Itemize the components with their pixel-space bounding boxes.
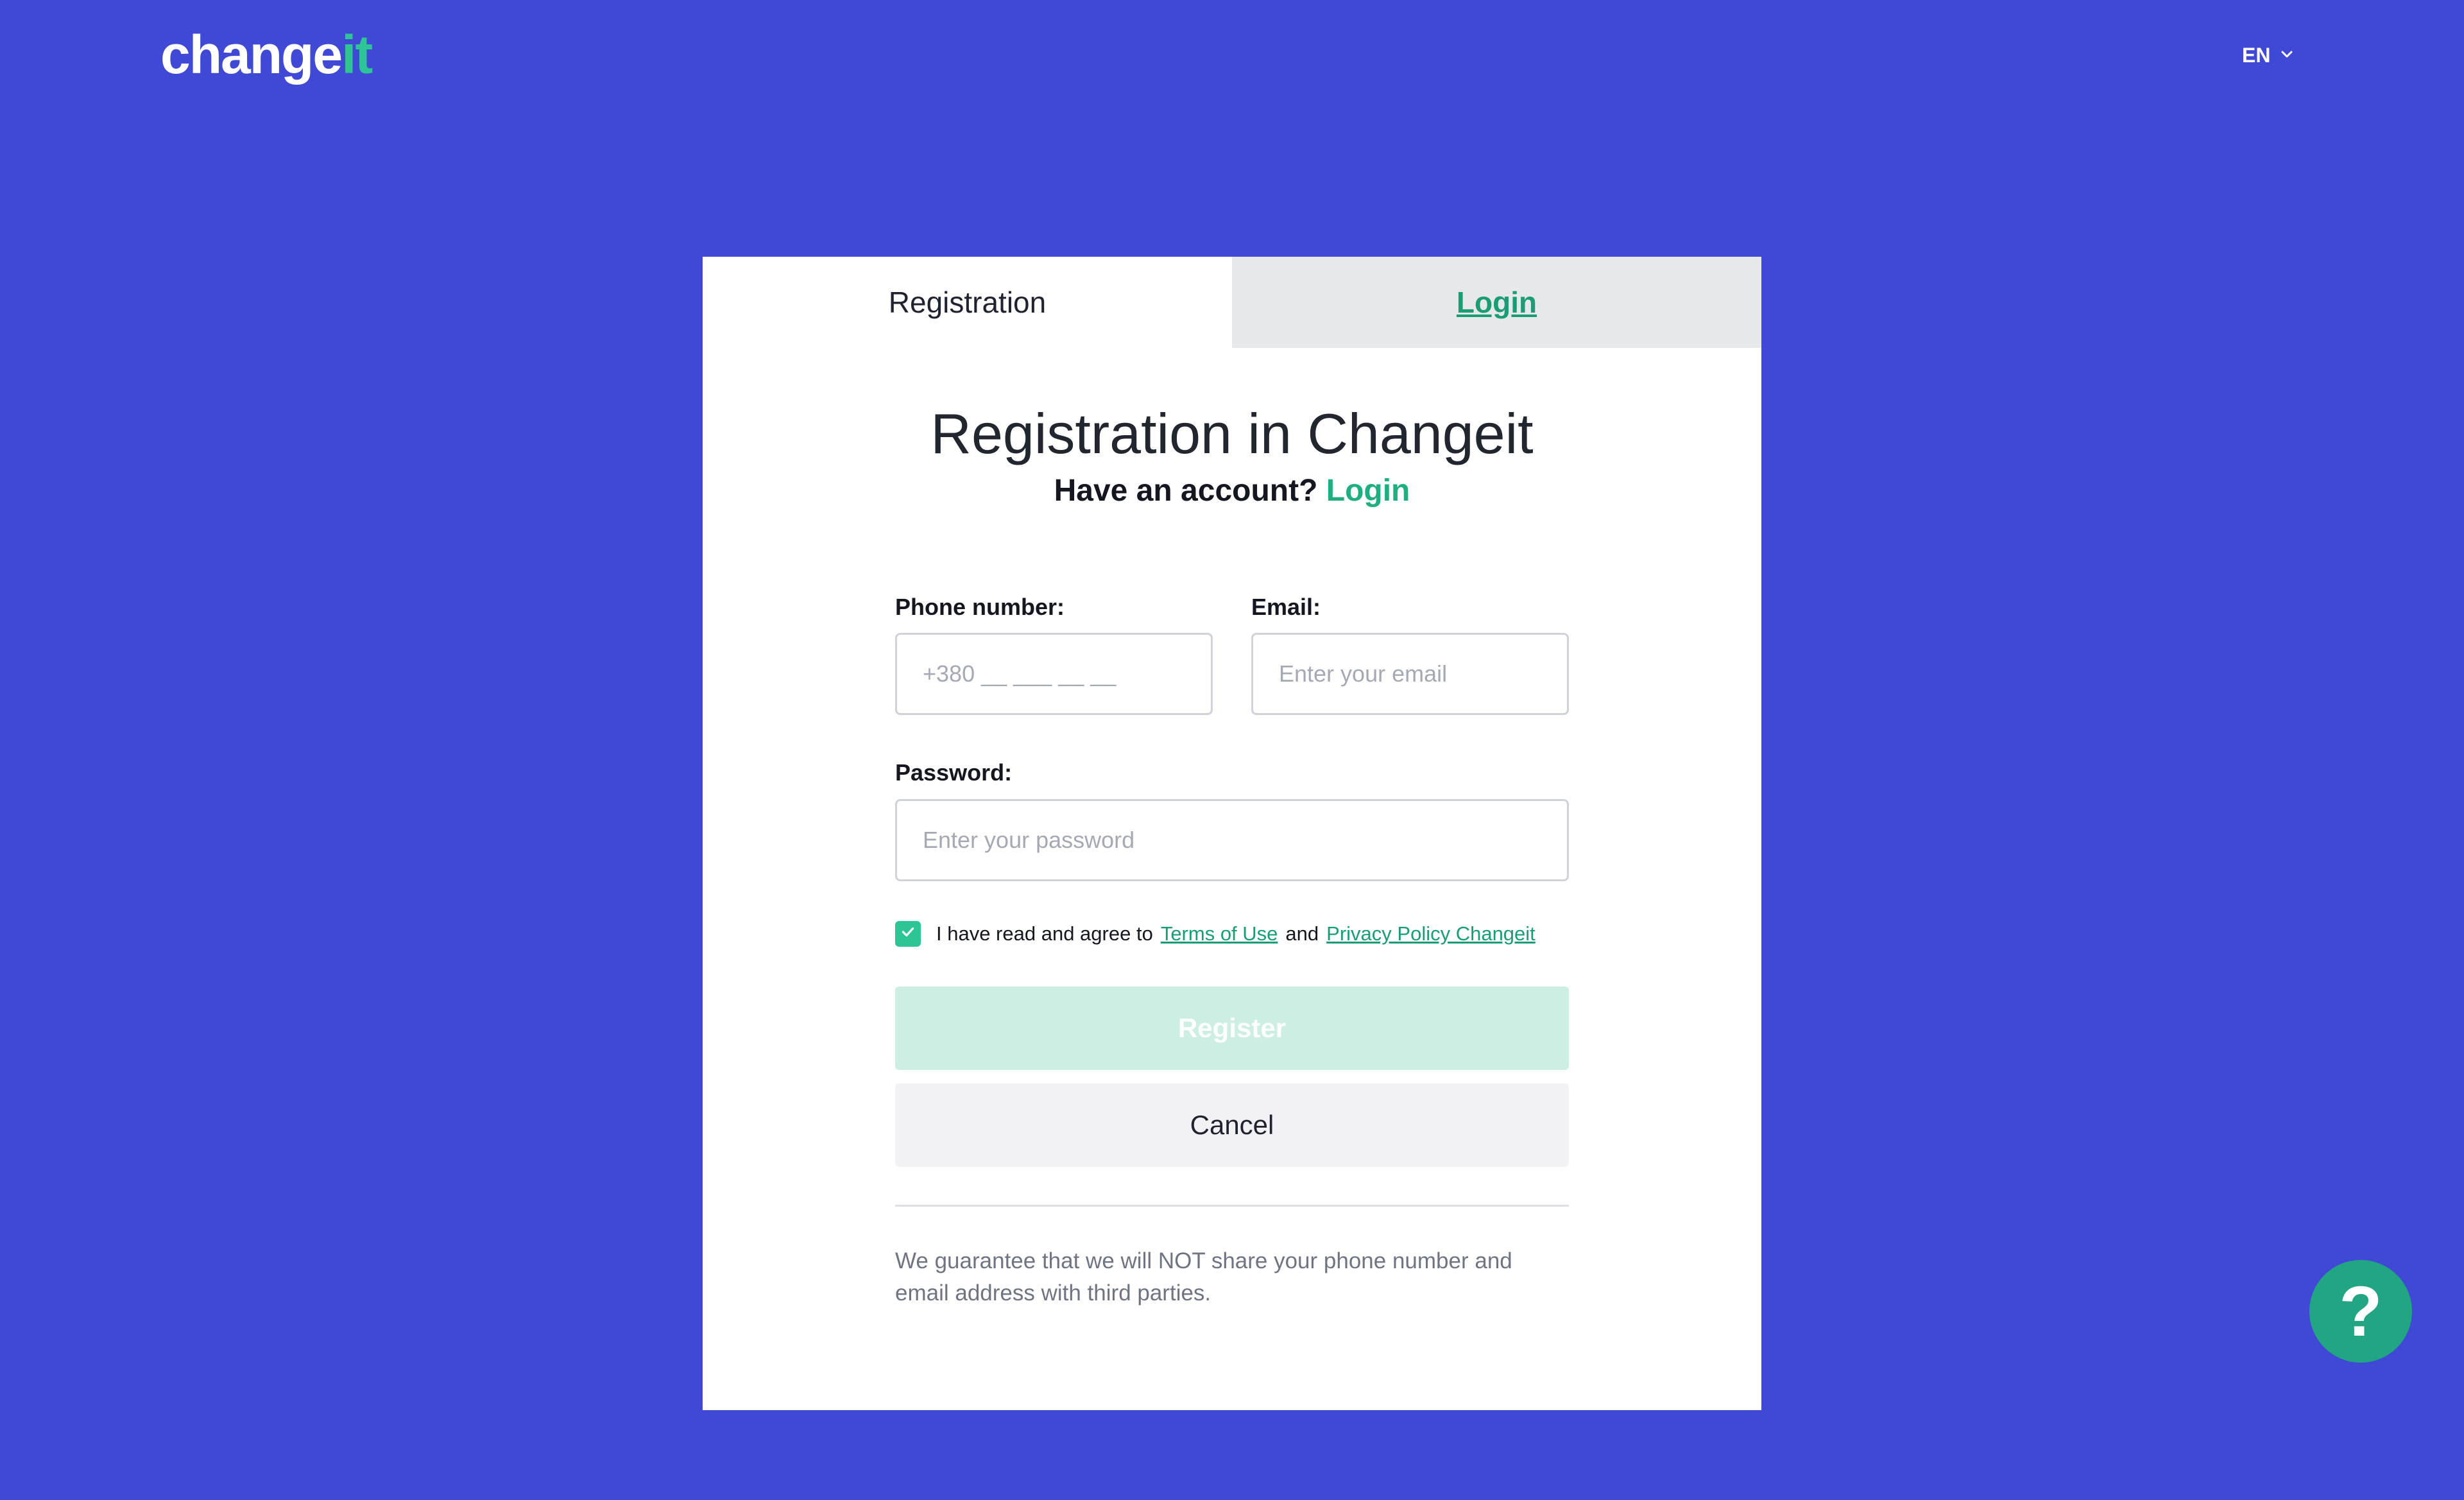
tab-login[interactable]: Login bbox=[1232, 257, 1761, 348]
page: changeit EN Registration Login Registrat… bbox=[0, 0, 2464, 1500]
register-button[interactable]: Register bbox=[895, 987, 1569, 1070]
language-selector[interactable]: EN bbox=[2242, 44, 2295, 67]
cancel-button[interactable]: Cancel bbox=[895, 1083, 1569, 1167]
privacy-note: We guarantee that we will NOT share your… bbox=[895, 1248, 1512, 1306]
changeit-logo[interactable]: changeit bbox=[160, 24, 373, 85]
password-label: Password: bbox=[895, 759, 1013, 786]
agree-and-text: and bbox=[1285, 922, 1319, 945]
chevron-down-icon bbox=[2279, 44, 2295, 67]
auth-tabs: Registration Login bbox=[703, 257, 1761, 348]
email-input[interactable] bbox=[1251, 633, 1569, 715]
login-link[interactable]: Login bbox=[1326, 474, 1410, 508]
agree-row: I have read and agree to Terms of Use an… bbox=[895, 921, 1536, 947]
language-label: EN bbox=[2242, 44, 2271, 67]
check-icon bbox=[900, 922, 916, 945]
terms-of-use-link[interactable]: Terms of Use bbox=[1161, 922, 1278, 945]
help-button[interactable]: ? bbox=[2309, 1260, 2412, 1363]
phone-input[interactable] bbox=[895, 633, 1213, 715]
password-input[interactable] bbox=[895, 799, 1569, 881]
tab-registration[interactable]: Registration bbox=[703, 257, 1232, 348]
logo-accent: it bbox=[341, 24, 373, 85]
privacy-policy-link[interactable]: Privacy Policy Changeit bbox=[1326, 922, 1536, 945]
email-label: Email: bbox=[1251, 594, 1321, 620]
agree-checkbox[interactable] bbox=[895, 921, 921, 947]
page-title: Registration in Changeit bbox=[930, 402, 1534, 465]
divider bbox=[895, 1205, 1569, 1207]
registration-card: Registration Login Registration in Chang… bbox=[703, 257, 1761, 1410]
have-account-text: Have an account? Login bbox=[703, 473, 1761, 508]
have-account-prefix: Have an account? bbox=[1054, 474, 1318, 508]
help-icon: ? bbox=[2339, 1272, 2383, 1351]
agree-text: I have read and agree to bbox=[936, 922, 1153, 945]
phone-label: Phone number: bbox=[895, 594, 1065, 620]
logo-main: change bbox=[160, 24, 343, 85]
